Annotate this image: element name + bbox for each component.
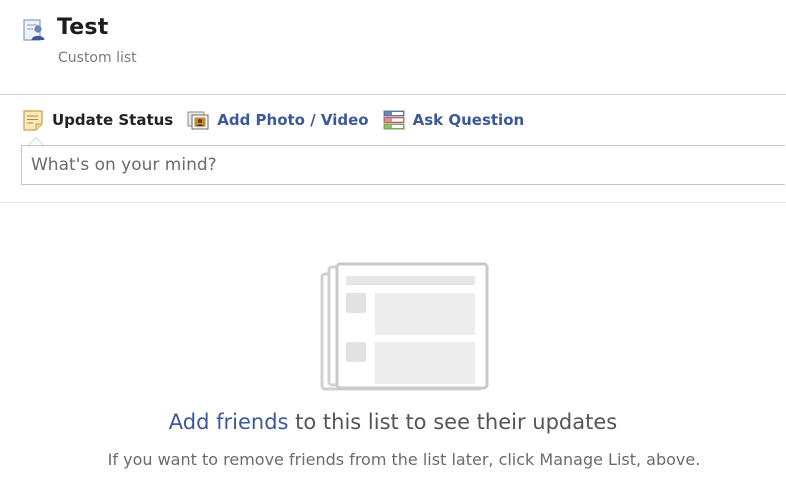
tab-label: Ask Question xyxy=(412,111,525,129)
tab-ask-question[interactable]: Ask Question xyxy=(383,109,525,131)
empty-state-message-rest: to this list to see their updates xyxy=(288,410,618,434)
composer-tabs: Update Status Add Photo / Video Ask Ques… xyxy=(22,106,538,134)
section-divider xyxy=(0,202,786,203)
photo-icon xyxy=(187,111,209,130)
tab-label: Add Photo / Video xyxy=(217,111,369,129)
empty-state-hint: If you want to remove friends from the l… xyxy=(107,450,701,469)
empty-feed-illustration xyxy=(320,262,489,391)
add-friends-link[interactable]: Add friends xyxy=(169,410,289,434)
page-subtitle: Custom list xyxy=(58,50,137,66)
list-header: Test Custom list xyxy=(0,0,786,95)
question-icon xyxy=(383,110,405,130)
custom-list-icon xyxy=(23,19,45,41)
empty-state-message: Add friends to this list to see their up… xyxy=(0,410,786,434)
page-title: Test xyxy=(57,15,109,40)
tab-update-status[interactable]: Update Status xyxy=(22,109,173,131)
active-tab-caret xyxy=(28,137,44,145)
tab-label: Update Status xyxy=(52,111,174,129)
tab-add-photo-video[interactable]: Add Photo / Video xyxy=(187,109,369,131)
status-input[interactable] xyxy=(21,145,785,185)
status-note-icon xyxy=(23,110,43,131)
